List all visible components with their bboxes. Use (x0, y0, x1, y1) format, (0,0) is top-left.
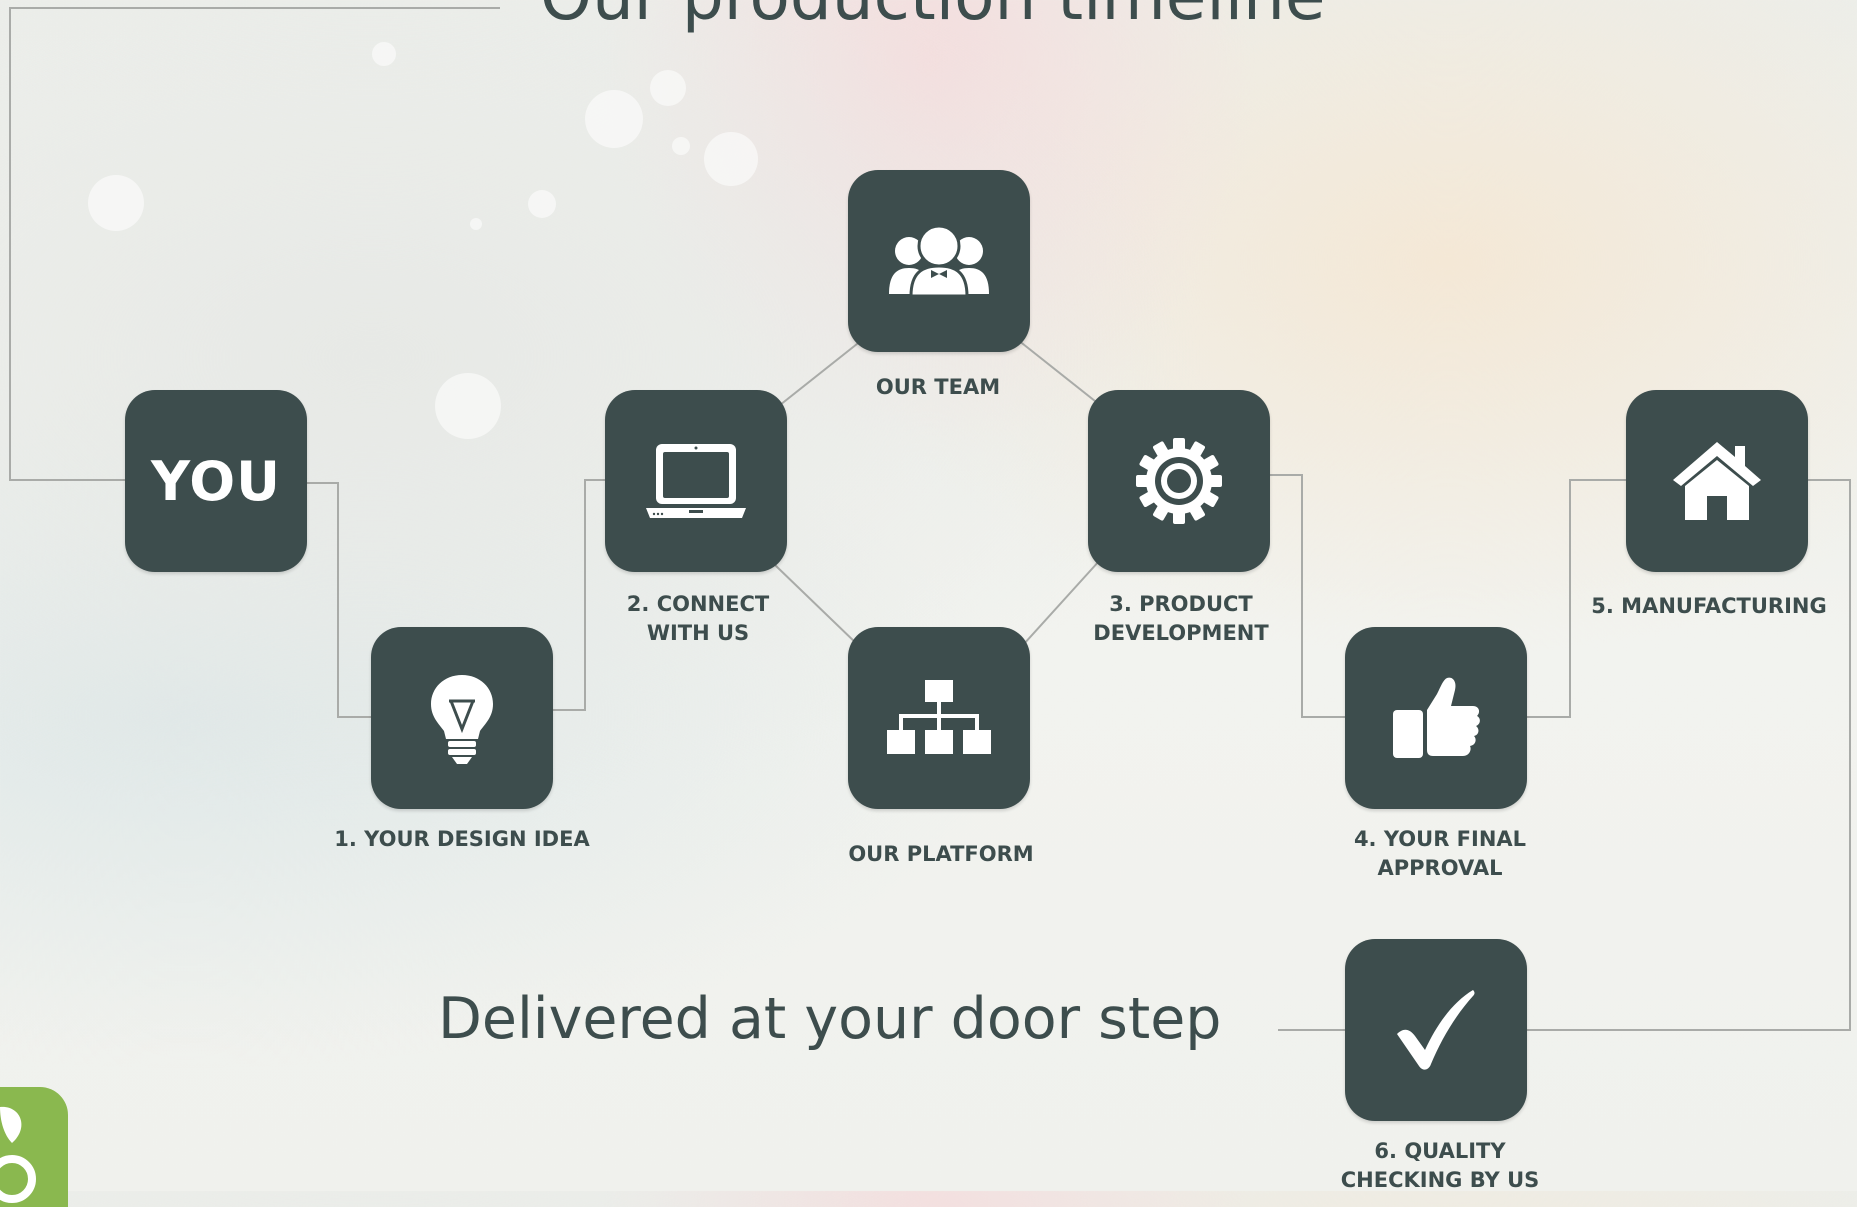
connect-tile (605, 390, 787, 572)
step-2-label-line2: WITH US (646, 621, 750, 645)
sitemap-icon (887, 680, 991, 754)
step-5-label: 5. MANUFACTURING (1591, 594, 1827, 618)
step-6-label: 6. QUALITY CHECKING BY US (1290, 1137, 1590, 1195)
step-6-label-line1: 6. QUALITY (1374, 1139, 1506, 1163)
page-title: Our production timeline (540, 0, 1326, 35)
step-4-label-line2: APPROVAL (1377, 856, 1503, 880)
checkmark-icon (1397, 990, 1475, 1070)
you-label: YOU (151, 449, 281, 513)
delivered-title: Delivered at your door step (438, 986, 1222, 1052)
gear-icon (1136, 438, 1222, 524)
you-tile: YOU (125, 390, 307, 572)
platform-tile (848, 627, 1030, 809)
manufacturing-tile (1626, 390, 1808, 572)
step-2-label: 2. CONNECT WITH US (548, 590, 848, 648)
approval-tile (1345, 627, 1527, 809)
leaf-logo-icon (0, 1106, 36, 1203)
design-idea-tile (371, 627, 553, 809)
leaf-logo-badge (0, 1087, 68, 1207)
development-tile (1088, 390, 1270, 572)
quality-tile (1345, 939, 1527, 1121)
step-2-label-line1: 2. CONNECT (626, 592, 770, 616)
step-4-label-line1: 4. YOUR FINAL (1353, 827, 1527, 851)
platform-label: OUR PLATFORM (848, 842, 1034, 866)
team-label: OUR TEAM (875, 375, 1001, 399)
laptop-icon (646, 444, 746, 518)
house-icon (1673, 442, 1761, 520)
team-tile (848, 170, 1030, 352)
step-4-label: 4. YOUR FINAL APPROVAL (1290, 825, 1590, 883)
lightbulb-icon (431, 674, 493, 764)
step-3-label-line1: 3. PRODUCT (1109, 592, 1253, 616)
step-1-label: 1. YOUR DESIGN IDEA (334, 827, 590, 851)
step-3-label-line2: DEVELOPMENT (1093, 621, 1269, 645)
thumbs-up-icon (1393, 677, 1480, 758)
team-icon (889, 226, 989, 296)
step-3-label: 3. PRODUCT DEVELOPMENT (1031, 590, 1331, 648)
